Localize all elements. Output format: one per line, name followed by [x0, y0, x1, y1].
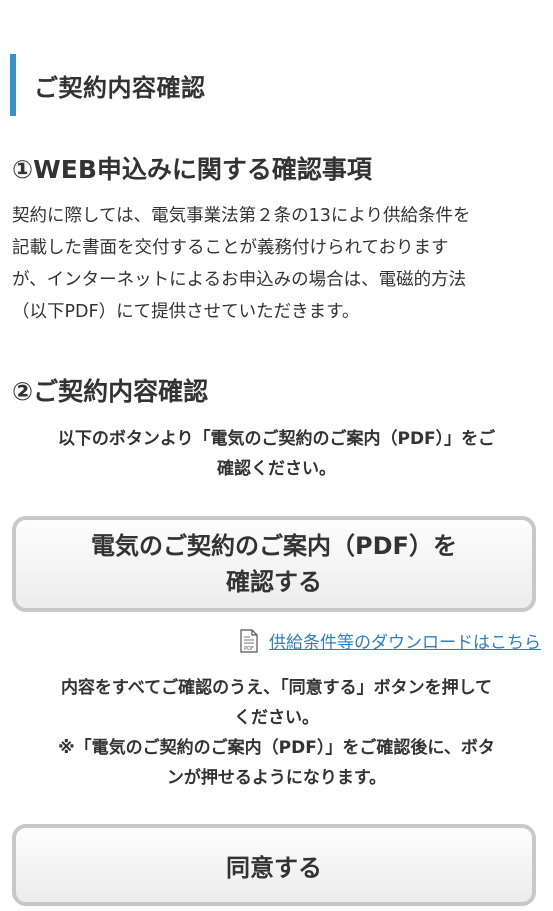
- section1-body-line: 記載した書面を交付することが義務付けられております: [12, 238, 449, 258]
- confirm-pdf-button-label-line: 確認する: [226, 568, 322, 596]
- heading-accent-bar: [10, 54, 16, 116]
- section1-title: ①WEB申込みに関する確認事項: [12, 155, 372, 184]
- agree-instruction-line: ※「電気のご契約のご案内（PDF）」をご確認後に、ボタ: [58, 738, 495, 758]
- page-title: ご契約内容確認: [34, 74, 206, 102]
- agree-button-label: 同意する: [226, 853, 322, 882]
- section1-body-line: が、インターネットによるお申込みの場合は、電磁的方法: [12, 270, 467, 290]
- section1-body-line: （以下PDF）にて提供させていただきます。: [12, 302, 360, 322]
- agree-instruction-line: 内容をすべてご確認のうえ、「同意する」ボタンを押して: [60, 678, 493, 698]
- download-terms-link[interactable]: 供給条件等のダウンロードはこちら: [269, 628, 541, 653]
- pdf-document-icon: PDF: [239, 628, 259, 653]
- section2-title: ②ご契約内容確認: [12, 377, 209, 406]
- pdf-instruction-line: 以下のボタンより「電気のご契約のご案内（PDF）」をご: [57, 429, 496, 449]
- agree-button[interactable]: 同意する: [12, 824, 536, 906]
- agree-instruction-line: ください。: [234, 708, 319, 728]
- page-heading: ご契約内容確認: [10, 54, 530, 116]
- pdf-instruction: 以下のボタンより「電気のご契約のご案内（PDF）」をご 確認ください。: [8, 424, 545, 484]
- pdf-icon-label: PDF: [244, 646, 254, 652]
- confirm-pdf-button-label-line: 電気のご契約のご案内（PDF）を: [91, 532, 457, 560]
- confirm-pdf-button[interactable]: 電気のご契約のご案内（PDF）を 確認する: [12, 516, 536, 612]
- agree-instruction-line: ンが押せるようになります。: [166, 768, 387, 788]
- pdf-instruction-line: 確認ください。: [217, 459, 336, 479]
- download-link-row[interactable]: PDF 供給条件等のダウンロードはこちら: [239, 628, 541, 653]
- section1-body: 契約に際しては、電気事業法第２条の13により供給条件を 記載した書面を交付するこ…: [12, 200, 544, 328]
- section1-body-line: 契約に際しては、電気事業法第２条の13により供給条件を: [12, 206, 471, 226]
- confirm-pdf-button-label: 電気のご契約のご案内（PDF）を 確認する: [91, 528, 457, 600]
- agree-instruction: 内容をすべてご確認のうえ、「同意する」ボタンを押して ください。 ※「電気のご契…: [8, 673, 545, 793]
